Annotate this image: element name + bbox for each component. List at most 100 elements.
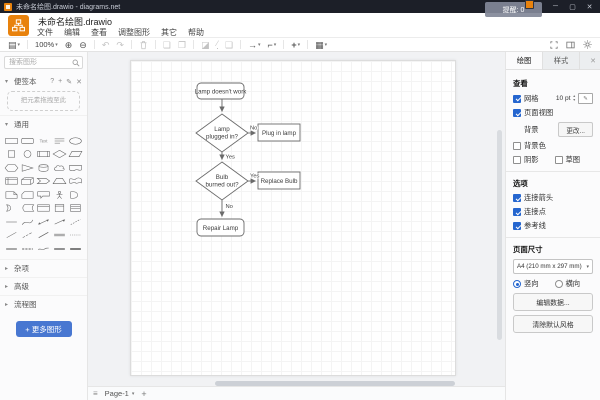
menu-item-file[interactable]: 文件 — [37, 27, 53, 38]
clear-default-style-button[interactable]: 清除默认风格 — [513, 315, 593, 333]
tape-shape[interactable] — [68, 175, 84, 189]
vertical-scrollbar[interactable] — [497, 130, 502, 340]
menu-item-extras[interactable]: 其它 — [161, 27, 177, 38]
maximize-button[interactable]: ▢ — [566, 3, 579, 11]
cloud-shape[interactable] — [52, 161, 68, 175]
bidirectional-arrow-shape[interactable] — [35, 215, 51, 229]
pages-menu-icon[interactable]: ≡ — [93, 389, 98, 398]
or-shape[interactable] — [68, 188, 84, 202]
cube-shape[interactable] — [19, 175, 35, 189]
directional-connector-shape[interactable] — [35, 229, 51, 243]
triangle-shape[interactable] — [19, 161, 35, 175]
connection-style-button[interactable]: →▾ — [248, 40, 261, 50]
internal-storage-shape[interactable] — [3, 175, 19, 189]
more-shapes-button[interactable]: + 更多图形 — [16, 321, 72, 337]
data-storage-shape[interactable] — [19, 202, 35, 216]
fill-color-button[interactable]: ◪ — [201, 40, 210, 50]
grid-checkbox[interactable] — [513, 95, 521, 103]
comic-line-shape[interactable] — [52, 242, 68, 256]
menu-item-arrange[interactable]: 调整图形 — [118, 27, 150, 38]
grid-size-input[interactable]: 10 pt — [556, 95, 571, 102]
dashed-line-shape[interactable] — [68, 215, 84, 229]
list-item-shape[interactable] — [3, 215, 19, 229]
sketch-line-shape[interactable] — [35, 242, 51, 256]
curve-shape[interactable] — [19, 215, 35, 229]
thick-line-shape[interactable] — [68, 242, 84, 256]
note-shape[interactable] — [3, 188, 19, 202]
process-shape[interactable] — [35, 148, 51, 162]
format-panel-toggle-icon[interactable] — [566, 41, 575, 49]
insert-button[interactable]: +▾ — [291, 40, 300, 50]
scratchpad-edit-icon[interactable]: ✎ — [66, 78, 72, 86]
tab-diagram[interactable]: 绘图 — [506, 52, 543, 69]
page-tab[interactable]: Page-1 ▾ — [105, 389, 135, 398]
container-shape[interactable] — [35, 202, 51, 216]
zoom-in-button[interactable]: ⊕ — [65, 40, 73, 50]
waypoints-button[interactable]: ⌐▾ — [268, 40, 277, 50]
paper-size-select[interactable]: A4 (210 mm x 297 mm) ▾ — [513, 259, 593, 274]
text-shape[interactable]: Text — [35, 134, 51, 148]
parallelogram-shape[interactable] — [68, 148, 84, 162]
square-shape[interactable] — [3, 148, 19, 162]
delete-button[interactable] — [139, 40, 148, 50]
to-front-button[interactable]: ❏ — [163, 40, 171, 50]
background-color-checkbox[interactable] — [513, 142, 521, 150]
view-tool-button[interactable]: ▤▾ — [8, 40, 20, 50]
arrow-shape[interactable] — [52, 215, 68, 229]
page-view-checkbox[interactable] — [513, 109, 521, 117]
line-color-button[interactable]: ∕ — [217, 40, 218, 49]
fullscreen-icon[interactable] — [550, 41, 558, 49]
textbox-shape[interactable] — [52, 134, 68, 148]
and-shape[interactable] — [3, 202, 19, 216]
landscape-radio[interactable] — [555, 280, 563, 288]
menu-item-help[interactable]: 帮助 — [188, 27, 204, 38]
callout-shape[interactable] — [35, 188, 51, 202]
menu-item-edit[interactable]: 编辑 — [64, 27, 80, 38]
sidebar-section-general[interactable]: ▾ 通用 — [0, 115, 87, 133]
menu-item-view[interactable]: 查看 — [91, 27, 107, 38]
diamond-shape[interactable] — [52, 148, 68, 162]
trapezoid-shape[interactable] — [52, 175, 68, 189]
card-shape[interactable] — [19, 188, 35, 202]
grid-color-swatch[interactable]: ✎ — [578, 93, 593, 104]
scratchpad-add-icon[interactable]: + — [58, 78, 62, 86]
to-back-button[interactable]: ❐ — [178, 40, 186, 50]
scratchpad-close-icon[interactable]: ✕ — [76, 78, 82, 86]
format-panel-close-icon[interactable]: ✕ — [586, 57, 600, 65]
ellipse-shape[interactable] — [68, 134, 84, 148]
scratchpad-help-icon[interactable]: ? — [50, 78, 54, 86]
zoom-dropdown[interactable]: 100%▾ — [35, 40, 58, 50]
scratchpad-dropzone[interactable]: 把元素拖拽至此 — [7, 91, 80, 111]
guides-checkbox[interactable] — [513, 222, 521, 230]
circle-shape[interactable] — [19, 148, 35, 162]
undo-button[interactable]: ↶ — [102, 40, 110, 50]
sidebar-section-advanced[interactable]: ▸ 高级 — [0, 277, 87, 295]
list-shape[interactable] — [68, 202, 84, 216]
add-page-button[interactable]: + — [141, 389, 146, 399]
theme-icon[interactable] — [583, 40, 592, 49]
zoom-out-button[interactable]: ⊖ — [79, 40, 87, 50]
sketch-checkbox[interactable] — [555, 156, 563, 164]
shadow-button[interactable]: ❑ — [225, 40, 233, 50]
sidebar-section-misc[interactable]: ▸ 杂项 — [0, 259, 87, 277]
document-shape[interactable] — [68, 161, 84, 175]
grid-size-stepper[interactable]: ▲▼ — [573, 95, 576, 102]
portrait-radio[interactable] — [513, 280, 521, 288]
canvas-area[interactable]: Lamp doesn't work Lamp plugged in? No Pl… — [88, 52, 505, 400]
rectangle-shape[interactable] — [3, 134, 19, 148]
dotted-line-shape[interactable] — [68, 229, 84, 243]
actor-shape[interactable] — [52, 188, 68, 202]
table-button[interactable]: ▦▾ — [315, 40, 327, 50]
line-shape[interactable] — [3, 229, 19, 243]
hexagon-shape[interactable] — [3, 161, 19, 175]
step-shape[interactable] — [35, 175, 51, 189]
connection-arrows-checkbox[interactable] — [513, 194, 521, 202]
link-shape[interactable] — [52, 229, 68, 243]
tab-style[interactable]: 样式 — [543, 52, 580, 69]
sidebar-section-flowchart[interactable]: ▸ 流程图 — [0, 295, 87, 313]
change-background-button[interactable]: 更改... — [558, 122, 593, 137]
bidirectional-connector-shape[interactable] — [19, 229, 35, 243]
vertical-container-shape[interactable] — [52, 202, 68, 216]
close-button[interactable]: ✕ — [583, 3, 596, 11]
horizontal-line-shape[interactable] — [19, 242, 35, 256]
